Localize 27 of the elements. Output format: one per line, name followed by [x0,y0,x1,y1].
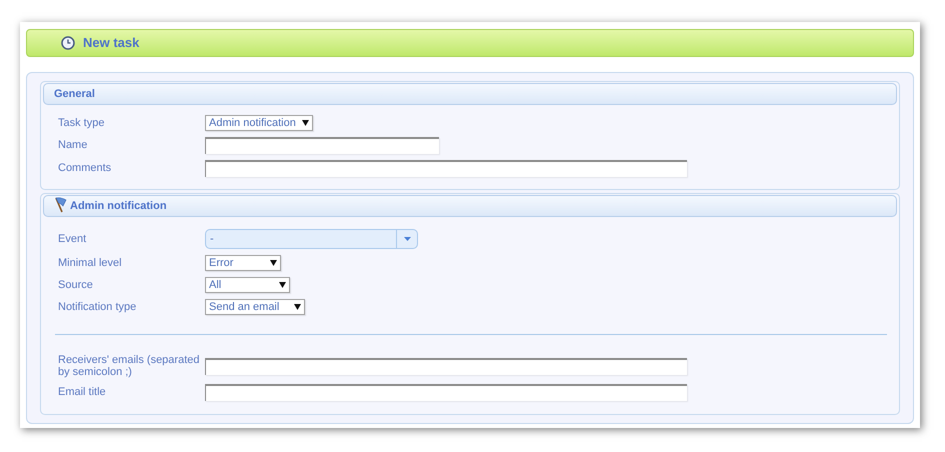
caret-icon [270,260,277,266]
field-label: Event [58,234,88,244]
caret-icon [302,120,309,126]
caret-icon [279,282,286,288]
combo-box[interactable]: - [205,229,418,249]
field-label: Source [58,280,94,290]
field-label: Notification type [58,302,138,312]
section-title: Admin notification [70,198,167,214]
field-label: Email title [58,387,107,398]
clock-icon [61,36,75,50]
dropdown[interactable]: Error [205,255,281,271]
field-label: Receivers' emails (separated by semicolon ;) [58,354,200,378]
text-field[interactable] [205,358,687,374]
field-label: Comments [58,163,112,174]
field-label: Name [58,140,88,151]
page-title: New task [83,34,140,52]
field-label: Task type [58,118,106,128]
caret-icon [404,237,410,241]
dropdown[interactable]: Send an email [205,299,305,315]
dropdown[interactable]: Admin notification [205,115,313,131]
section-title: General [54,86,95,102]
text-field[interactable] [205,137,439,154]
text-field[interactable] [205,384,687,401]
text-field[interactable] [205,160,687,177]
field-label: Minimal level [58,258,123,268]
dropdown[interactable]: All [205,277,290,293]
caret-icon [294,304,301,310]
